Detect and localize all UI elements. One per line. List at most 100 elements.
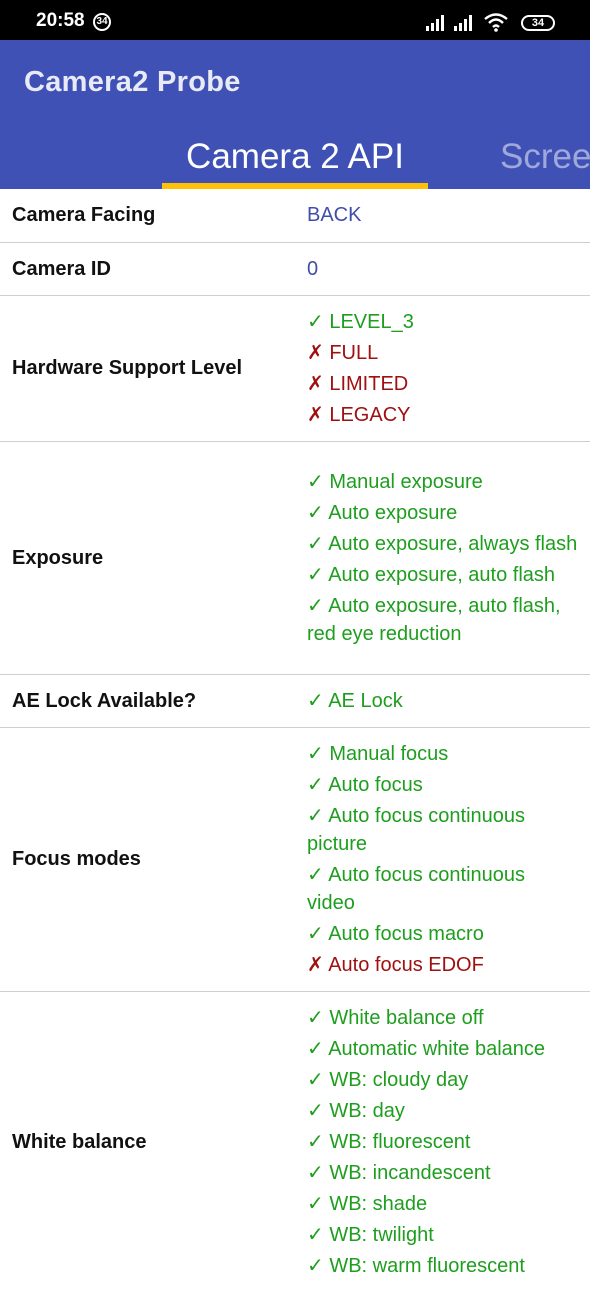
check-icon: ✓ (307, 774, 324, 796)
supported-item: ✓ AE Lock (307, 687, 578, 715)
table-row: Hardware Support Level ✓ LEVEL_3 ✗ FULL ✗ … (0, 296, 590, 442)
item-text: Auto focus EDOF (328, 954, 484, 976)
tab-bar: Camera 2 API Scree (0, 124, 590, 189)
app-bar: Camera2 Probe (0, 40, 590, 124)
item-text: WB: twilight (329, 1224, 434, 1246)
supported-item: ✓ WB: cloudy day (307, 1066, 578, 1094)
supported-item: ✓ Auto focus continuous video (307, 861, 578, 917)
supported-item: ✓ Auto focus macro (307, 920, 578, 948)
row-label: White balance (12, 1131, 147, 1153)
table-row: Exposure ✓ Manual exposure ✓ Auto exposur… (0, 442, 590, 675)
table-row: Camera Facing BACK (0, 189, 590, 243)
row-value-list: ✓ LEVEL_3 ✗ FULL ✗ LIMITED ✗ LEGACY (295, 296, 590, 441)
item-text: WB: day (329, 1100, 405, 1122)
row-label: Exposure (12, 546, 104, 569)
item-text: Auto focus continuous video (307, 864, 526, 914)
item-text: Auto exposure, auto flash (328, 564, 556, 586)
row-value: BACK (307, 204, 362, 226)
item-text: Automatic white balance (328, 1038, 546, 1060)
row-label: Focus modes (12, 848, 141, 870)
check-icon: ✓ (307, 1131, 324, 1153)
supported-item: ✓ WB: twilight (307, 1221, 578, 1249)
supported-item: ✓ WB: fluorescent (307, 1128, 578, 1156)
check-icon: ✓ (307, 595, 324, 617)
row-value: 0 (307, 257, 319, 280)
item-text: Auto focus continuous picture (307, 805, 526, 855)
wifi-icon (484, 13, 508, 32)
camera-info-table: Camera Facing BACK Camera ID 0 Hardware … (0, 189, 590, 1292)
table-row: White balance ✓ White balance off ✓ Autom… (0, 992, 590, 1292)
supported-item: ✓ WB: day (307, 1097, 578, 1125)
battery-indicator: 34 (521, 15, 555, 31)
check-icon: ✓ (307, 471, 324, 493)
cross-icon: ✗ (307, 404, 324, 426)
check-icon: ✓ (307, 1193, 324, 1215)
item-text: Auto exposure, auto flash, red eye reduc… (307, 595, 561, 645)
check-icon: ✓ (307, 743, 324, 765)
row-label: Camera ID (12, 257, 111, 280)
unsupported-item: ✗ Auto focus EDOF (307, 951, 578, 979)
item-text: WB: fluorescent (329, 1131, 471, 1153)
check-icon: ✓ (307, 1100, 324, 1122)
check-icon: ✓ (307, 690, 324, 712)
item-text: Auto focus macro (328, 923, 484, 945)
table-row: Focus modes ✓ Manual focus ✓ Auto focus ✓ … (0, 728, 590, 992)
supported-item: ✓ LEVEL_3 (307, 308, 578, 336)
item-text: Auto exposure, always flash (328, 533, 578, 555)
supported-item: ✓ WB: incandescent (307, 1159, 578, 1187)
check-icon: ✓ (307, 923, 324, 945)
supported-item: ✓ WB: shade (307, 1190, 578, 1218)
unsupported-item: ✗ LIMITED (307, 370, 578, 398)
status-time: 20:58 (36, 10, 85, 31)
supported-item: ✓ Auto exposure, auto flash, red eye red… (307, 592, 578, 648)
item-text: White balance off (329, 1007, 484, 1029)
check-icon: ✓ (307, 502, 324, 524)
status-icons: 34 (425, 12, 560, 32)
supported-item: ✓ Automatic white balance (307, 1035, 578, 1063)
item-text: WB: cloudy day (329, 1069, 469, 1091)
supported-item: ✓ Auto focus (307, 771, 578, 799)
check-icon: ✓ (307, 864, 324, 886)
item-text: Manual exposure (329, 471, 483, 493)
signal-icon (426, 15, 444, 31)
item-text: Auto exposure (328, 502, 458, 524)
unsupported-item: ✗ FULL (307, 339, 578, 367)
check-icon: ✓ (307, 1255, 324, 1277)
row-value-list: ✓ Manual exposure ✓ Auto exposure ✓ Auto e… (295, 456, 590, 660)
row-label: AE Lock Available? (12, 689, 197, 712)
table-row: AE Lock Available? ✓ AE Lock (0, 675, 590, 728)
app-title: Camera2 Probe (24, 66, 241, 98)
item-text: FULL (329, 342, 379, 364)
check-icon: ✓ (307, 1069, 324, 1091)
item-text: WB: warm fluorescent (329, 1255, 525, 1277)
supported-item: ✓ Auto exposure, always flash (307, 530, 578, 558)
check-icon: ✓ (307, 805, 324, 827)
check-icon: ✓ (307, 1007, 324, 1029)
tab-screen[interactable]: Scree (500, 137, 590, 177)
check-icon: ✓ (307, 533, 324, 555)
check-icon: ✓ (307, 564, 324, 586)
row-label: Camera Facing (12, 204, 156, 226)
check-icon: ✓ (307, 311, 324, 333)
supported-item: ✓ Auto exposure (307, 499, 578, 527)
table-row: Camera ID 0 (0, 243, 590, 296)
row-label: Hardware Support Level (12, 357, 243, 379)
supported-item: ✓ WB: warm fluorescent (307, 1252, 578, 1280)
tab-camera2-api[interactable]: Camera 2 API (162, 137, 428, 177)
signal-icon-2 (454, 15, 472, 31)
supported-item: ✓ Auto exposure, auto flash (307, 561, 578, 589)
item-text: LIMITED (329, 373, 409, 395)
unsupported-item: ✗ LEGACY (307, 401, 578, 429)
item-text: LEVEL_3 (329, 311, 414, 333)
row-value-list: ✓ Manual focus ✓ Auto focus ✓ Auto focus c… (295, 728, 590, 991)
item-text: Auto focus (328, 774, 423, 796)
check-icon: ✓ (307, 1224, 324, 1246)
supported-item: ✓ Manual exposure (307, 468, 578, 496)
cross-icon: ✗ (307, 373, 324, 395)
row-value-list: ✓ AE Lock (295, 675, 590, 727)
item-text: LEGACY (329, 404, 411, 426)
supported-item: ✓ White balance off (307, 1004, 578, 1032)
supported-item: ✓ Auto focus continuous picture (307, 802, 578, 858)
item-text: WB: shade (329, 1193, 428, 1215)
item-text: Manual focus (329, 743, 449, 765)
